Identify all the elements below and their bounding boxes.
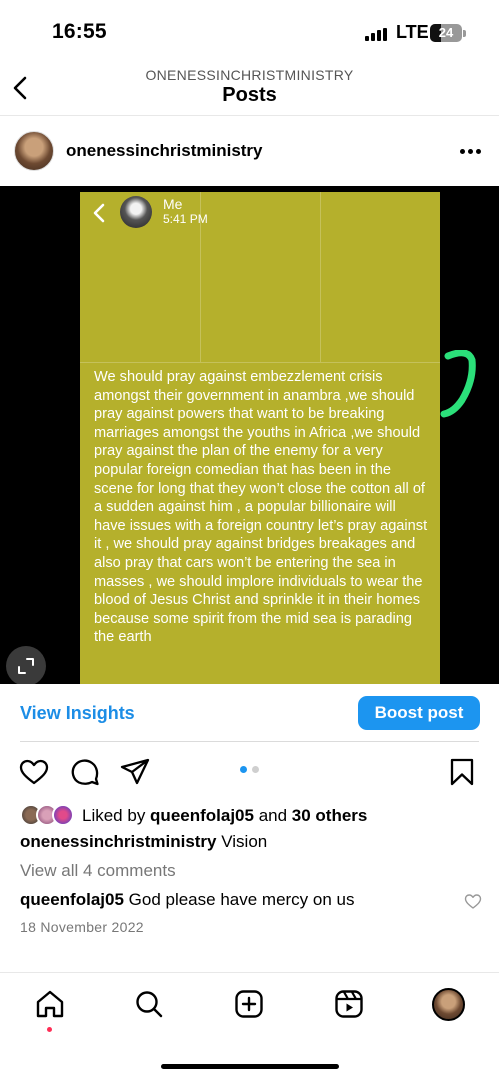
likes-text: Liked by queenfolaj05 and 30 others — [82, 806, 368, 825]
battery-level: 24 — [438, 25, 454, 40]
heart-icon[interactable] — [18, 756, 50, 788]
bookmark-icon[interactable] — [446, 756, 478, 788]
comment: queenfolaj05 God please have mercy on us — [20, 890, 450, 910]
profile-avatar[interactable] — [432, 988, 465, 1021]
chat-back-icon — [93, 203, 105, 223]
status-time: 16:55 — [52, 20, 107, 43]
post-actions — [0, 752, 499, 792]
author-avatar[interactable] — [14, 131, 54, 171]
share-icon[interactable] — [119, 756, 151, 788]
handwritten-mark — [440, 350, 476, 418]
notification-dot — [47, 1027, 52, 1032]
carousel-indicator — [240, 766, 262, 774]
search-icon[interactable] — [134, 989, 164, 1019]
chat-avatar — [120, 196, 152, 228]
likes-row[interactable]: Liked by queenfolaj05 and 30 others — [20, 804, 490, 828]
comment-heart-icon[interactable] — [464, 893, 482, 909]
chat-time: 5:41 PM — [163, 212, 208, 226]
page-title: Posts — [222, 84, 277, 106]
network-label: LTE — [396, 22, 429, 42]
home-indicator — [161, 1064, 339, 1069]
post-image[interactable]: Me 5:41 PM We should pray against embezz… — [0, 186, 499, 684]
signal-icon — [365, 28, 387, 41]
chat-contact: Me — [163, 196, 183, 212]
reels-icon[interactable] — [334, 989, 364, 1019]
post-caption: onenessinchristministry Vision — [20, 832, 267, 852]
status-bar: 16:55 LTE 24 — [0, 0, 499, 60]
more-options-icon[interactable] — [456, 149, 484, 157]
home-icon[interactable] — [35, 989, 65, 1019]
divider — [20, 741, 479, 742]
caption-username[interactable]: onenessinchristministry — [20, 832, 217, 851]
page-header: ONENESSINCHRISTMINISTRY Posts — [0, 60, 499, 116]
bottom-nav — [0, 972, 499, 1080]
comment-text: God please have mercy on us — [123, 890, 355, 909]
view-comments-link[interactable]: View all 4 comments — [20, 861, 176, 881]
post-date: 18 November 2022 — [20, 919, 144, 935]
comment-username[interactable]: queenfolaj05 — [20, 890, 124, 909]
comment-icon[interactable] — [69, 756, 101, 788]
battery-nub — [463, 30, 466, 37]
chat-screenshot: Me 5:41 PM We should pray against embezz… — [80, 192, 440, 684]
caption-text: Vision — [216, 832, 268, 851]
likes-others[interactable]: 30 others — [292, 806, 368, 825]
create-icon[interactable] — [234, 989, 264, 1019]
liker-username[interactable]: queenfolaj05 — [150, 806, 254, 825]
post-author-row: onenessinchristministry — [0, 117, 499, 185]
chat-message: We should pray against embezzlement cris… — [94, 369, 428, 646]
insights-row: View Insights Boost post — [0, 684, 499, 742]
boost-post-button[interactable]: Boost post — [358, 696, 480, 730]
expand-icon[interactable] — [6, 646, 46, 684]
header-account: ONENESSINCHRISTMINISTRY — [145, 67, 354, 83]
battery-icon: 24 — [430, 24, 462, 42]
view-insights-link[interactable]: View Insights — [20, 703, 135, 724]
author-name[interactable]: onenessinchristministry — [66, 141, 263, 161]
liker-avatar — [52, 804, 74, 826]
